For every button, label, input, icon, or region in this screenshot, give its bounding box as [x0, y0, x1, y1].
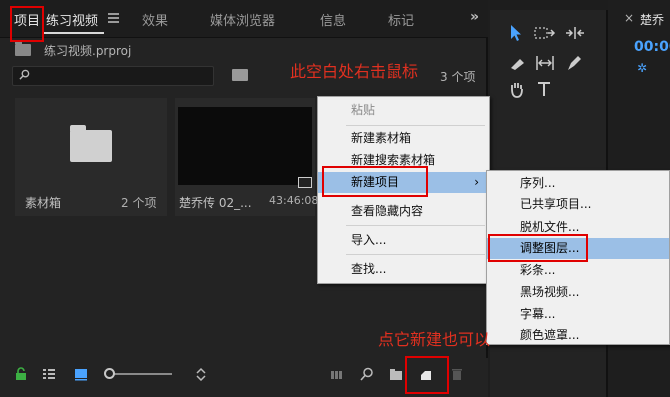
selection-tool-icon[interactable]	[508, 24, 524, 42]
close-icon[interactable]: ×	[624, 11, 634, 25]
icon-view-icon[interactable]	[74, 367, 88, 381]
folder-icon	[15, 41, 31, 56]
menu-separator	[346, 225, 485, 226]
annotation-box-new-item-button	[405, 356, 449, 394]
clip-name: 楚乔传 02_...	[179, 196, 252, 210]
submenu-item-bars-and-tone[interactable]: 彩条...	[487, 260, 669, 281]
video-audio-badge-icon	[298, 177, 312, 188]
snap-icon[interactable]: ✲	[637, 61, 647, 75]
submenu-item-color-matte[interactable]: 颜色遮罩...	[487, 325, 669, 344]
clip-item[interactable]: 楚乔传 02_... 43:46:08	[175, 98, 319, 216]
bin-item-count: 2 个项	[121, 196, 157, 210]
zoom-slider-knob[interactable]	[104, 368, 115, 379]
submenu-item-sequence[interactable]: 序列...	[487, 173, 669, 194]
clip-thumbnail	[178, 107, 312, 188]
submenu-arrow-icon: ›	[474, 175, 479, 189]
tab-markers[interactable]: 标记	[388, 10, 414, 29]
search-input[interactable]	[12, 66, 214, 86]
type-icon[interactable]	[536, 80, 552, 98]
menu-item-new-bin[interactable]: 新建素材箱	[318, 128, 489, 149]
new-bin-icon[interactable]	[389, 367, 403, 381]
bin-name: 素材箱	[25, 196, 62, 210]
panel-menu-icon[interactable]	[108, 13, 119, 23]
bin-item[interactable]: 素材箱 2 个项	[15, 98, 167, 216]
pen-icon[interactable]	[566, 54, 582, 72]
menu-item-find[interactable]: 查找...	[318, 259, 489, 280]
ripple-edit-icon[interactable]	[564, 26, 586, 40]
tab-info[interactable]: 信息	[320, 10, 346, 29]
sort-icon[interactable]	[194, 367, 208, 381]
tab-project-name[interactable]: 练习视频	[46, 10, 98, 29]
annotation-box-new-item	[322, 166, 428, 197]
menu-item-paste[interactable]: 粘贴	[318, 100, 489, 121]
tools-header	[490, 0, 608, 10]
clip-duration: 43:46:08	[269, 194, 319, 207]
annotation-box-project-tab	[10, 6, 44, 42]
annotation-box-adjustment-layer	[488, 234, 588, 262]
tab-effects[interactable]: 效果	[142, 10, 168, 29]
item-count: 3 个项	[440, 70, 476, 84]
hand-icon[interactable]	[508, 80, 526, 98]
menu-item-import[interactable]: 导入...	[318, 230, 489, 251]
submenu-item-shared-project[interactable]: 已共享项目...	[487, 194, 669, 215]
annotation-text-click-new: 点它新建也可以	[378, 330, 491, 349]
active-tab-underline	[44, 32, 104, 34]
search-icon	[19, 69, 30, 80]
trash-icon[interactable]	[450, 367, 464, 381]
list-view-icon[interactable]	[42, 367, 56, 381]
submenu-item-black-video[interactable]: 黑场视频...	[487, 282, 669, 303]
find-icon[interactable]	[360, 367, 374, 381]
submenu-item-captions[interactable]: 字幕...	[487, 304, 669, 325]
project-file-name: 练习视频.prproj	[44, 44, 132, 58]
zoom-slider-track[interactable]	[110, 373, 172, 375]
sequence-tab-title[interactable]: 楚乔	[640, 11, 664, 28]
slip-icon[interactable]	[534, 55, 556, 71]
razor-icon[interactable]	[510, 56, 526, 70]
new-search-bin-icon[interactable]	[232, 69, 248, 81]
menu-separator	[346, 125, 485, 126]
automate-to-sequence-icon[interactable]	[330, 367, 344, 381]
lock-icon[interactable]	[14, 367, 28, 381]
panel-tab-bar: 项目 练习视频 效果 媒体浏览器 信息 标记 »	[0, 0, 488, 38]
menu-item-view-hidden[interactable]: 查看隐藏内容	[318, 201, 489, 222]
folder-icon	[70, 125, 112, 162]
menu-separator	[346, 254, 485, 255]
tab-media-browser[interactable]: 媒体浏览器	[210, 10, 275, 29]
track-select-icon[interactable]	[534, 26, 556, 40]
overflow-icon[interactable]: »	[470, 9, 479, 25]
annotation-text-right-click: 此空白处右击鼠标	[290, 62, 419, 81]
timecode[interactable]: 00:00	[634, 39, 670, 55]
